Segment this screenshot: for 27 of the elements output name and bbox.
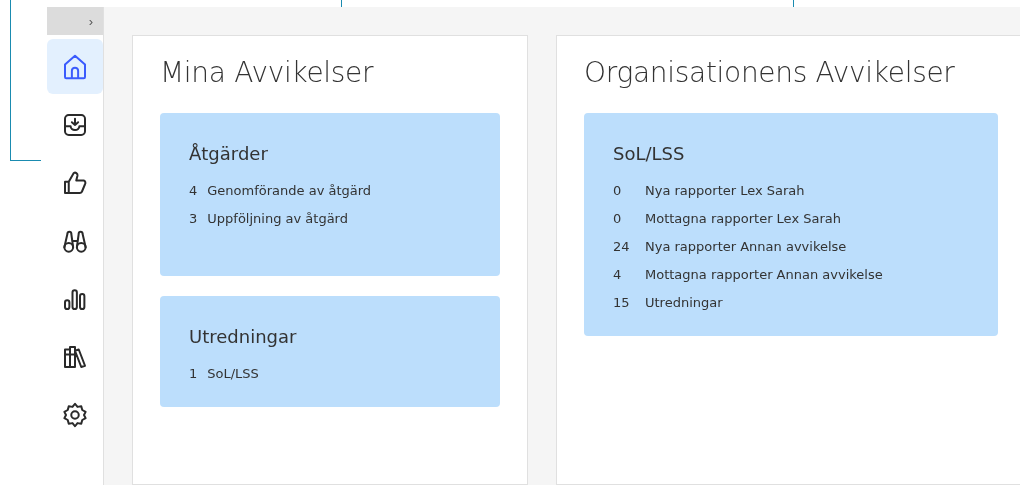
panel-title: Mina Avvikelser — [160, 56, 375, 89]
row-label[interactable]: Mottagna rapporter Annan avvikelse — [645, 267, 883, 282]
row-label[interactable]: Nya rapporter Lex Sarah — [645, 183, 805, 198]
count: 1 — [189, 366, 198, 381]
expand-button[interactable]: › — [47, 7, 103, 35]
card-title: SoL/LSS — [613, 143, 686, 164]
summary-card[interactable]: SoL/LSS 0 Nya rapporter Lex Sarah 0 Mottagna rapporter Lex Sarah 24 Nya rapporter Annan avvikelse 4 Mottagna rapporter Annan avvikelse 15 Utredningar — [584, 113, 998, 336]
count: 24 — [613, 239, 631, 254]
count: 4 — [189, 183, 198, 198]
count: 4 — [613, 267, 623, 282]
summary-card[interactable]: Åtgärder 4 Genomförande av åtgärd 3 Uppföljning av åtgärd — [160, 113, 500, 276]
row-label[interactable]: Mottagna rapporter Lex Sarah — [645, 211, 841, 226]
count: 0 — [613, 211, 623, 226]
panel-title: Organisationens Avvikelser — [584, 56, 956, 89]
card-title: Åtgärder — [189, 143, 269, 164]
leader-line — [341, 0, 342, 7]
count: 3 — [189, 211, 198, 226]
summary-card[interactable]: Utredningar 1 SoL/LSS — [160, 296, 500, 407]
count: 15 — [613, 295, 631, 310]
row-label[interactable]: Nya rapporter Annan avvikelse — [645, 239, 847, 254]
row-label[interactable]: Genomförande av åtgärd — [207, 183, 372, 198]
count: 0 — [613, 183, 623, 198]
row-label[interactable]: Uppföljning av åtgärd — [207, 211, 348, 226]
card-title: Utredningar — [189, 326, 298, 347]
row-label[interactable]: Utredningar — [645, 295, 723, 310]
row-label[interactable]: SoL/LSS — [207, 366, 259, 381]
leader-line — [793, 0, 794, 7]
